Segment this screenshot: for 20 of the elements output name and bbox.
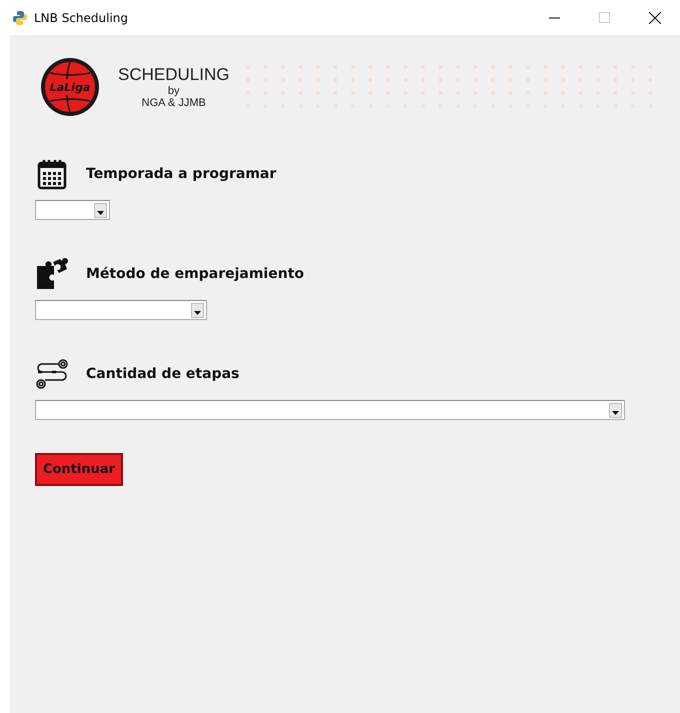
calendar-icon <box>37 158 67 190</box>
dropdown-field[interactable] <box>35 300 207 320</box>
caret-icon <box>194 311 201 315</box>
field-label: Temporada a programar <box>86 166 276 182</box>
puzzle-icon <box>36 258 68 290</box>
authors: NGA & JJMB <box>142 97 206 109</box>
window-title: LNB Scheduling <box>34 10 128 24</box>
continue-button[interactable]: Continuar <box>35 453 123 486</box>
caret-icon <box>612 411 619 415</box>
caret-icon <box>97 211 104 215</box>
byline: by <box>168 85 180 97</box>
app-icon <box>12 10 28 26</box>
route-icon <box>35 359 69 389</box>
dropdown-field[interactable] <box>35 200 110 220</box>
dropdown-field[interactable] <box>35 400 625 420</box>
league-logo: LaLiga <box>40 57 100 117</box>
field-label: Método de emparejamiento <box>86 266 304 282</box>
app-title: SCHEDULING <box>118 65 230 85</box>
close-icon[interactable] <box>649 12 661 24</box>
field-label: Cantidad de etapas <box>86 366 240 382</box>
